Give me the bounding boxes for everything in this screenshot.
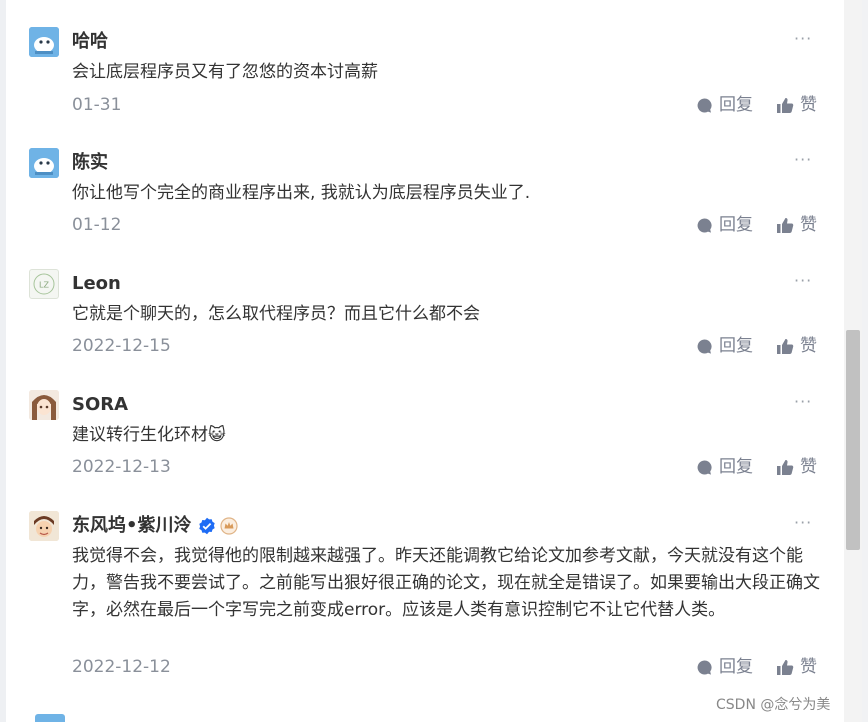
watermark: CSDN @念兮为美	[716, 697, 831, 713]
reply-label: 回复	[719, 457, 753, 477]
username[interactable]: 陈实	[72, 148, 108, 178]
user-avatar[interactable]	[29, 27, 59, 57]
like-label: 赞	[800, 457, 817, 477]
more-options-icon[interactable]: ···	[794, 150, 812, 170]
username[interactable]: 东风坞•紫川泠	[72, 515, 192, 536]
lz-initials-avatar-icon: LZ	[33, 273, 55, 295]
reply-button[interactable]: 回复	[696, 94, 753, 116]
more-options-icon[interactable]: ···	[794, 271, 812, 291]
reply-button[interactable]: 回复	[696, 656, 753, 678]
reply-label: 回复	[719, 336, 753, 356]
username[interactable]: Leon	[72, 269, 121, 299]
reply-button[interactable]: 回复	[696, 214, 753, 236]
cartoon-boy-avatar-icon	[29, 511, 59, 541]
reply-bubble-icon	[697, 97, 712, 113]
user-avatar[interactable]	[29, 511, 59, 541]
anime-girl-avatar-icon	[29, 390, 59, 420]
comment-text: 建议转行生化环材😺	[72, 425, 226, 445]
username[interactable]: SORA	[72, 390, 128, 420]
comment-date: 2022-12-12	[72, 657, 171, 677]
thumbs-up-icon	[777, 217, 794, 233]
verified-badge-icon	[198, 517, 215, 535]
more-options-icon[interactable]: ···	[794, 29, 812, 49]
thumbs-up-icon	[777, 659, 794, 675]
comment-text: 它就是个聊天的，怎么取代程序员？而且它什么都不会	[72, 304, 480, 324]
reply-bubble-icon	[697, 459, 712, 475]
comment-text: 你让他写个完全的商业程序出来, 我就认为底层程序员失业了.	[72, 183, 531, 203]
comment-text: 会让底层程序员又有了忽悠的资本讨高薪	[72, 62, 378, 82]
crown-badge-icon	[219, 517, 238, 535]
reply-label: 回复	[719, 95, 753, 115]
user-avatar[interactable]	[29, 390, 59, 420]
user-avatar[interactable]: LZ	[29, 269, 59, 299]
comment-date: 2022-12-15	[72, 336, 171, 356]
like-label: 赞	[800, 215, 817, 235]
username[interactable]: 哈哈	[72, 27, 108, 57]
avatar-initials: LZ	[39, 281, 49, 290]
reply-button[interactable]: 回复	[696, 456, 753, 478]
like-button[interactable]: 赞	[776, 94, 817, 116]
scrollbar[interactable]	[844, 0, 862, 722]
reply-button[interactable]: 回复	[696, 335, 753, 357]
reply-bubble-icon	[697, 659, 712, 675]
comment-date: 01-31	[72, 95, 122, 115]
like-label: 赞	[800, 336, 817, 356]
reply-label: 回复	[719, 657, 753, 677]
blue-bird-avatar-icon	[29, 27, 59, 57]
comment-date: 2022-12-13	[72, 457, 171, 477]
comment-panel: 哈哈 ··· 会让底层程序员又有了忽悠的资本讨高薪 01-31 回复 赞 陈实 …	[6, 0, 844, 722]
like-button[interactable]: 赞	[776, 656, 817, 678]
user-avatar[interactable]	[35, 714, 65, 722]
comment-text: 我觉得不会，我觉得他的限制越来越强了。昨天还能调教它给论文加参考文献，今天就没有…	[72, 546, 820, 620]
thumbs-up-icon	[777, 338, 794, 354]
more-options-icon[interactable]: ···	[794, 392, 812, 412]
comment-date: 01-12	[72, 215, 122, 235]
user-avatar[interactable]	[29, 148, 59, 178]
like-button[interactable]: 赞	[776, 335, 817, 357]
thumbs-up-icon	[777, 97, 794, 113]
more-options-icon[interactable]: ···	[794, 513, 812, 533]
like-label: 赞	[800, 657, 817, 677]
reply-bubble-icon	[697, 338, 712, 354]
like-label: 赞	[800, 95, 817, 115]
scrollbar-thumb[interactable]	[846, 330, 860, 550]
like-button[interactable]: 赞	[776, 456, 817, 478]
like-button[interactable]: 赞	[776, 214, 817, 236]
username-row: 东风坞•紫川泠	[72, 511, 238, 541]
blue-bird-avatar-icon	[29, 148, 59, 178]
reply-bubble-icon	[697, 217, 712, 233]
reply-label: 回复	[719, 215, 753, 235]
thumbs-up-icon	[777, 459, 794, 475]
